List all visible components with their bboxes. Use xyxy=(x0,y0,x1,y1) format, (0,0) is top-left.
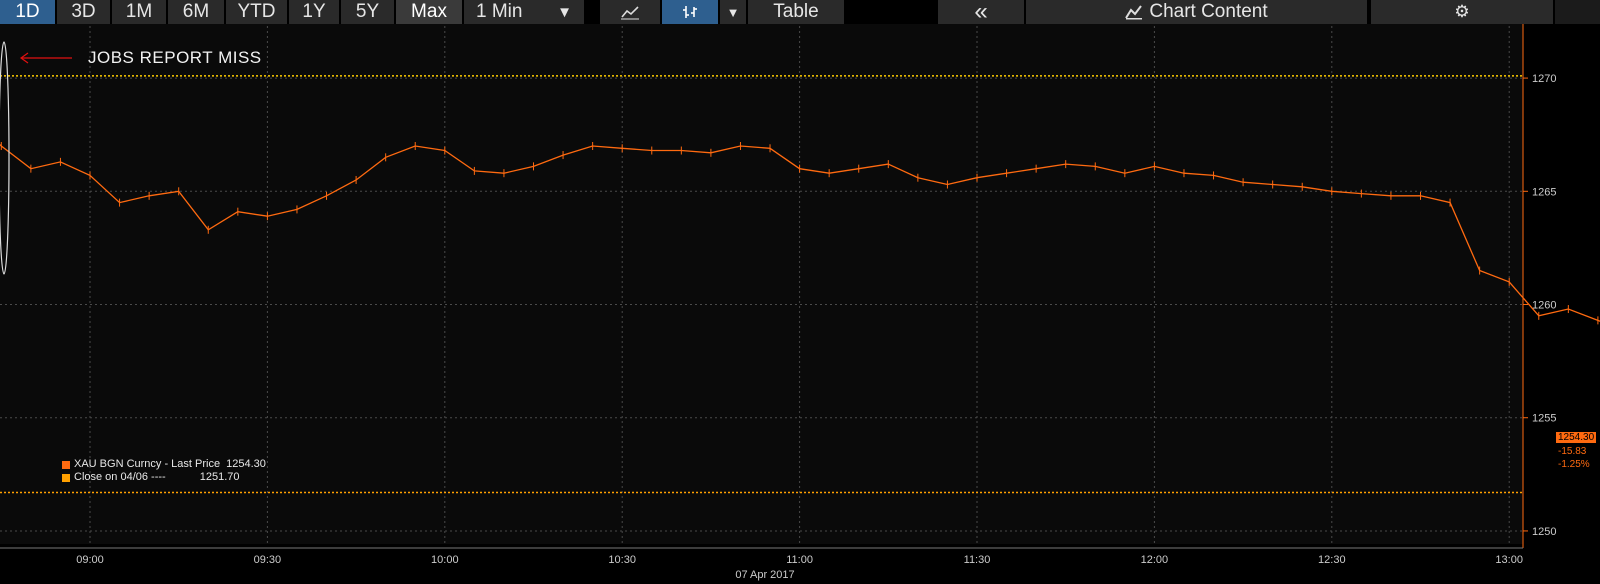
jobs-report-annotation: JOBS REPORT MISS xyxy=(88,48,262,67)
reference-lines xyxy=(0,75,1523,494)
y-tick-label: 1260 xyxy=(1532,300,1556,312)
legend-close-label: Close on 04/06 ---- xyxy=(74,471,166,483)
x-tick-label: 10:00 xyxy=(431,554,459,566)
x-tick-label: 12:00 xyxy=(1141,554,1169,566)
interval-dropdown[interactable]: 1 Min ▼ xyxy=(464,0,586,24)
x-tick-label: 13:00 xyxy=(1495,554,1523,566)
last-price-tag: 1254.30 xyxy=(1556,432,1597,443)
range-button-1m[interactable]: 1M xyxy=(112,0,168,24)
annotate-label: Annotate xyxy=(752,26,797,38)
pct-change-tag: -1.25% xyxy=(1558,459,1590,470)
interval-label: 1 Min xyxy=(476,1,523,22)
legend-series: XAU BGN Curncy - Last Price 1254.30 xyxy=(62,458,266,471)
crosshair-icon: ✛ xyxy=(690,26,699,38)
range-button-3d[interactable]: 3D xyxy=(57,0,112,24)
series-swatch xyxy=(62,460,70,469)
change-tag: -15.83 xyxy=(1558,446,1587,457)
legend-close: Close on 04/06 ---- 1251.70 xyxy=(62,471,266,484)
chevron-down-icon: ▼ xyxy=(726,4,740,20)
ohlc-bar-icon[interactable] xyxy=(662,0,720,24)
track-button[interactable]: ✛ Track xyxy=(684,24,736,40)
y-tick-label: 1255 xyxy=(1532,413,1556,425)
price-series xyxy=(0,142,1600,325)
legend-series-label: XAU BGN Curncy - Last Price xyxy=(74,458,221,470)
legend-series-value: 1254.30 xyxy=(226,458,266,470)
chart-content-label: Chart Content xyxy=(1149,1,1268,22)
chart-content-button[interactable]: Chart Content xyxy=(1026,0,1369,24)
x-tick-label: 11:30 xyxy=(964,554,991,566)
x-tick-label: 12:30 xyxy=(1318,554,1346,566)
chart-legend: XAU BGN Curncy - Last Price 1254.30 Clos… xyxy=(62,458,266,484)
x-tick-label: 10:30 xyxy=(608,554,636,566)
price-line xyxy=(0,143,1600,322)
legend-close-value: 1251.70 xyxy=(199,471,240,483)
y-tick-label: 1265 xyxy=(1532,186,1556,198)
gear-icon[interactable]: ⚙ xyxy=(1371,0,1555,24)
table-button[interactable]: Table xyxy=(748,0,846,24)
chart-subtools: ✛ Track ✎ Annotate ☰ News ⚲ Zoom xyxy=(684,24,908,40)
chart-content-icon xyxy=(1125,5,1143,20)
annotate-button[interactable]: ✎ Annotate xyxy=(735,24,804,40)
price-chart[interactable]: 1250 1255 1260 1265 1270 09:00 09:30 10:00 10:3… xyxy=(0,0,1600,584)
x-tick-label: 09:00 xyxy=(76,554,104,566)
news-button[interactable]: ☰ News xyxy=(804,24,857,40)
x-tick-label: 09:30 xyxy=(254,554,282,566)
close-swatch xyxy=(62,473,70,482)
x-tick-label: 11:00 xyxy=(786,554,813,566)
chart-toolbar: 1D 3D 1M 6M YTD 1Y 5Y Max 1 Min ▼ ▼ Tabl… xyxy=(0,0,1600,25)
x-axis-date-label: 07 Apr 2017 xyxy=(735,569,794,581)
pencil-icon: ✎ xyxy=(741,26,750,38)
range-button-ytd[interactable]: YTD xyxy=(226,0,289,24)
chevron-down-icon: ▼ xyxy=(557,3,572,21)
range-button-max[interactable]: Max xyxy=(396,0,464,24)
jobs-report-marker xyxy=(0,41,72,275)
y-axis: 1250 1255 1260 1265 1270 xyxy=(1522,24,1556,548)
news-label: News xyxy=(821,26,850,38)
magnifier-icon: ⚲ xyxy=(862,26,870,38)
range-button-6m[interactable]: 6M xyxy=(168,0,226,24)
track-label: Track xyxy=(701,26,729,38)
range-button-1y[interactable]: 1Y xyxy=(289,0,341,24)
toolbar-gap xyxy=(586,0,600,24)
y-tick-label: 1270 xyxy=(1532,73,1556,85)
y-tick-label: 1250 xyxy=(1532,526,1556,538)
x-axis: 09:00 09:30 10:00 10:30 11:00 11:30 12:00 12:30… xyxy=(0,547,1523,581)
range-button-1d[interactable]: 1D xyxy=(0,0,57,24)
line-chart-icon[interactable] xyxy=(600,0,662,24)
collapse-button[interactable]: « xyxy=(938,0,1026,25)
news-icon: ☰ xyxy=(809,26,819,38)
range-button-5y[interactable]: 5Y xyxy=(341,0,396,24)
toolbar-gap xyxy=(846,0,938,24)
zoom-button[interactable]: ⚲ Zoom xyxy=(856,24,908,40)
chart-type-dropdown[interactable]: ▼ xyxy=(720,0,748,24)
zoom-label: Zoom xyxy=(872,26,901,38)
